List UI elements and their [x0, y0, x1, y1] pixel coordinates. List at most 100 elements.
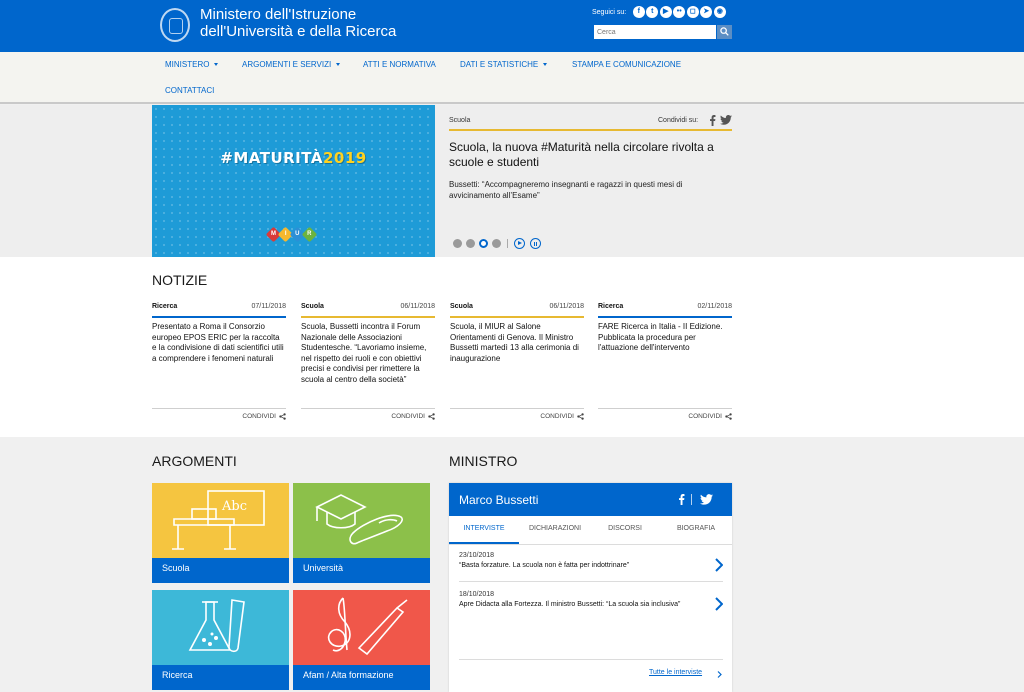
facebook-icon[interactable]: f: [632, 6, 645, 18]
chevron-right-icon[interactable]: [715, 558, 723, 572]
all-interviews-link[interactable]: Tutte le interviste: [649, 669, 702, 676]
argomento-label: Università: [303, 563, 344, 573]
news-divider: [598, 408, 732, 409]
news-category[interactable]: Ricerca: [598, 303, 623, 310]
pause-icon[interactable]: [530, 238, 541, 249]
flickr-icon[interactable]: ••: [673, 6, 686, 18]
news-text[interactable]: FARE Ricerca in Italia - II Edizione. Pu…: [598, 322, 732, 354]
tab-dichiarazioni[interactable]: DICHIARAZIONI: [520, 525, 590, 532]
news-accent-line: [152, 316, 286, 318]
social-bar: Seguici su: f t ▶ •• ◻ ➤ ◉: [592, 5, 726, 19]
search-button[interactable]: [717, 25, 732, 39]
nav-item-dati[interactable]: DATI E STATISTICHE: [460, 60, 548, 69]
argomento-label: Afam / Alta formazione: [303, 670, 394, 680]
argomento-tile-universita[interactable]: Università: [293, 483, 430, 583]
graduation-cap-icon: [315, 494, 403, 545]
carousel-dot[interactable]: [466, 239, 475, 248]
carousel-dot[interactable]: [492, 239, 501, 248]
lab-flask-icon: [188, 599, 245, 653]
tab-interviste[interactable]: INTERVISTE: [449, 525, 519, 532]
facebook-icon[interactable]: [678, 494, 685, 505]
ministro-social-separator: [691, 494, 692, 505]
chevron-right-icon[interactable]: [715, 597, 723, 611]
interview-date: 18/10/2018: [459, 591, 495, 598]
news-card[interactable]: Scuola 06/11/2018 Scuola, Bussetti incon…: [301, 303, 435, 423]
nav-item-ministero[interactable]: MINISTERO: [165, 60, 219, 69]
search-input[interactable]: [594, 25, 716, 39]
ministro-name[interactable]: Marco Bussetti: [459, 493, 538, 507]
hero-image[interactable]: #MATURITÀ2019 M I U R: [152, 105, 435, 257]
tabs-divider: [449, 544, 732, 545]
miur-logo: M I U R: [265, 226, 318, 243]
twitter-icon[interactable]: [720, 115, 732, 125]
interview-item[interactable]: 18/10/2018 Apre Didacta alla Fortezza. I…: [459, 591, 723, 611]
news-share-button[interactable]: CONDIVIDI: [540, 413, 584, 420]
news-category[interactable]: Scuola: [301, 303, 324, 310]
news-card[interactable]: Scuola 06/11/2018 Scuola, il MIUR al Sal…: [450, 303, 584, 423]
ministro-header: Marco Bussetti: [449, 483, 732, 516]
news-category[interactable]: Scuola: [450, 303, 473, 310]
rss-icon[interactable]: ◉: [713, 6, 726, 18]
nav-item-stampa[interactable]: STAMPA E COMUNICAZIONE: [572, 60, 681, 69]
ministro-card: Marco Bussetti INTERVISTE DICHIARAZIONI …: [449, 483, 732, 692]
news-card[interactable]: Ricerca 07/11/2018 Presentato a Roma il …: [152, 303, 286, 423]
news-text[interactable]: Scuola, Bussetti incontra il Forum Nazio…: [301, 322, 435, 385]
site-header: Ministero dell'Istruzione dell'Universit…: [0, 0, 1024, 52]
news-share-button[interactable]: CONDIVIDI: [688, 413, 732, 420]
argomento-tile-scuola[interactable]: Abc Scuola: [152, 483, 289, 583]
carousel-dot-active[interactable]: [479, 239, 488, 248]
hero-title[interactable]: Scuola, la nuova #Maturità nella circola…: [449, 140, 732, 170]
chevron-right-icon[interactable]: [717, 671, 722, 678]
carousel-separator: [507, 239, 508, 248]
nav-item-argomenti[interactable]: ARGOMENTI E SERVIZI: [242, 60, 341, 69]
search-icon: [720, 27, 729, 36]
interview-item[interactable]: 23/10/2018 “Basta forzature. La scuola n…: [459, 552, 723, 572]
svg-text:Abc: Abc: [221, 499, 247, 514]
news-category[interactable]: Ricerca: [152, 303, 177, 310]
caret-down-icon: [543, 63, 548, 67]
share-icon: [577, 413, 584, 420]
interview-text[interactable]: “Basta forzature. La scuola non è fatta …: [459, 561, 689, 571]
argomento-tile-afam[interactable]: Afam / Alta formazione: [293, 590, 430, 690]
interview-date: 23/10/2018: [459, 552, 495, 559]
news-card[interactable]: Ricerca 02/11/2018 FARE Ricerca in Itali…: [598, 303, 732, 423]
news-divider: [450, 408, 584, 409]
interview-divider: [459, 659, 723, 660]
site-title[interactable]: Ministero dell'Istruzione dell'Universit…: [200, 6, 396, 40]
argomento-label: Ricerca: [162, 670, 193, 680]
news-date: 07/11/2018: [251, 303, 286, 310]
news-divider: [301, 408, 435, 409]
nav-item-contattaci[interactable]: CONTATTACI: [165, 86, 214, 95]
republic-emblem-icon[interactable]: [160, 8, 190, 42]
news-date: 06/11/2018: [549, 303, 584, 310]
nav-item-atti[interactable]: ATTI E NORMATIVA: [363, 60, 436, 69]
hero-share-label: Condividi su:: [658, 117, 699, 124]
interview-divider: [459, 581, 723, 582]
argomenti-section-title: ARGOMENTI: [152, 453, 237, 469]
hero-divider: [449, 129, 732, 131]
news-accent-line: [598, 316, 732, 318]
tab-biografia[interactable]: BIOGRAFIA: [661, 525, 731, 532]
play-icon[interactable]: [514, 238, 525, 249]
interview-text[interactable]: Apre Didacta alla Fortezza. Il ministro …: [459, 600, 689, 610]
argomento-label: Scuola: [162, 563, 190, 573]
youtube-icon[interactable]: ▶: [659, 6, 672, 18]
facebook-icon[interactable]: [709, 115, 716, 126]
twitter-icon[interactable]: t: [646, 6, 659, 18]
twitter-icon[interactable]: [700, 494, 713, 505]
news-text[interactable]: Presentato a Roma il Consorzio europeo E…: [152, 322, 286, 364]
news-date: 02/11/2018: [697, 303, 732, 310]
carousel-dot[interactable]: [453, 239, 462, 248]
ministro-section-title: MINISTRO: [449, 453, 518, 469]
news-text[interactable]: Scuola, il MIUR al Salone Orientamenti d…: [450, 322, 584, 364]
instagram-icon[interactable]: ◻: [686, 6, 699, 18]
tab-discorsi[interactable]: DISCORSI: [590, 525, 660, 532]
news-accent-line: [301, 316, 435, 318]
telegram-icon[interactable]: ➤: [700, 6, 713, 18]
news-share-button[interactable]: CONDIVIDI: [242, 413, 286, 420]
argomento-tile-ricerca[interactable]: Ricerca: [152, 590, 289, 690]
music-art-icon: [327, 597, 408, 656]
hero-category[interactable]: Scuola: [449, 117, 470, 124]
main-nav: MINISTERO ARGOMENTI E SERVIZI ATTI E NOR…: [0, 52, 1024, 104]
news-share-button[interactable]: CONDIVIDI: [391, 413, 435, 420]
